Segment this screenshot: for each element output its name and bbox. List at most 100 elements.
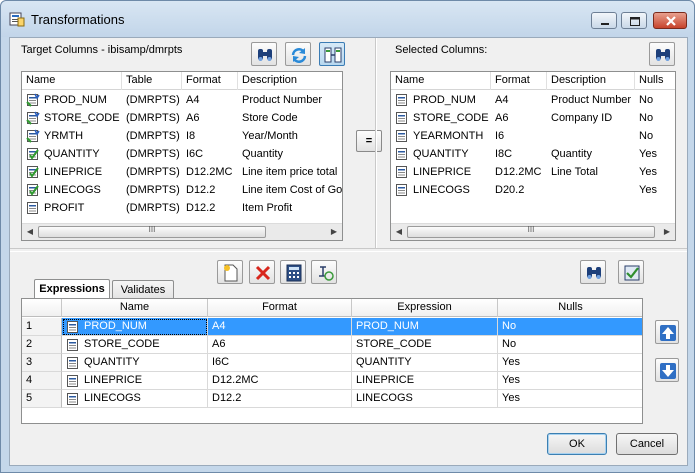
expr-row-number: 5 (22, 390, 62, 408)
expression-row[interactable]: 2 STORE_CODE A6 STORE_CODE No (22, 336, 642, 354)
move-up-button[interactable] (655, 320, 679, 344)
target-row[interactable]: STORE_CODE (DMRPTS) A6 Store Code (22, 109, 342, 127)
expr-cell-nulls-text: Yes (502, 392, 520, 404)
target-row[interactable]: PROD_NUM (DMRPTS) A4 Product Number (22, 91, 342, 109)
scroll-right-arrow-icon[interactable]: ▶ (661, 226, 673, 238)
selected-row[interactable]: LINECOGS D20.2 Yes (391, 181, 675, 199)
target-cell-format-text: D12.2 (186, 202, 216, 214)
selected-cell-name-text: LINEPRICE (413, 166, 472, 178)
selected-row[interactable]: STORE_CODE A6 Company ID No (391, 109, 675, 127)
target-cell-format-text: A4 (186, 94, 200, 106)
column-icon (67, 356, 78, 369)
selected-col-nulls[interactable]: Nulls (635, 72, 675, 90)
expr-cell-format-text: D12.2MC (212, 374, 259, 386)
target-row[interactable]: QUANTITY (DMRPTS) I6C Quantity (22, 145, 342, 163)
expr-cell-expression-text: LINEPRICE (356, 374, 415, 386)
vertical-splitter[interactable] (375, 38, 377, 248)
expression-row[interactable]: 3 QUANTITY I6C QUANTITY Yes (22, 354, 642, 372)
selected-row[interactable]: QUANTITY I8C Quantity Yes (391, 145, 675, 163)
selected-cell-format: D12.2MC (491, 163, 547, 181)
selected-cell-nulls: No (635, 91, 675, 109)
target-row[interactable]: YRMTH (DMRPTS) I8 Year/Month (22, 127, 342, 145)
target-row[interactable]: LINEPRICE (DMRPTS) D12.2MC Line item price … (22, 163, 342, 181)
measure-column-icon (27, 184, 39, 196)
expr-col-expression[interactable]: Expression (352, 299, 498, 317)
cancel-button[interactable]: Cancel (616, 433, 678, 455)
columns-map-icon (324, 47, 342, 63)
column-icon (396, 148, 407, 160)
expression-row[interactable]: 1 PROD_NUM A4 PROD_NUM No (22, 318, 642, 336)
title-bar[interactable]: Transformations (1, 1, 694, 37)
delete-expression-button[interactable] (249, 260, 275, 284)
refresh-button[interactable] (285, 42, 311, 66)
selected-row[interactable]: PROD_NUM A4 Product Number No (391, 91, 675, 109)
expr-col-format[interactable]: Format (208, 299, 352, 317)
selected-col-name[interactable]: Name (391, 72, 491, 90)
selected-cell-format-text: I8C (495, 148, 513, 160)
target-cell-format: I8 (182, 127, 238, 145)
expression-row[interactable]: 4 LINEPRICE D12.2MC LINEPRICE Yes (22, 372, 642, 390)
tab-validates[interactable]: Validates (112, 280, 174, 299)
selected-cell-name-text: STORE_CODE (413, 112, 489, 124)
target-col-description[interactable]: Description (238, 72, 342, 90)
selected-cell-format-text: A4 (495, 94, 509, 106)
target-horizontal-scrollbar[interactable]: ◀ III ▶ (22, 223, 342, 240)
selected-row[interactable]: LINEPRICE D12.2MC Line Total Yes (391, 163, 675, 181)
column-icon (396, 112, 407, 124)
selected-col-description[interactable]: Description (547, 72, 635, 90)
minimize-button[interactable] (591, 12, 617, 29)
validate-button[interactable] (618, 260, 644, 284)
target-row[interactable]: LINECOGS (DMRPTS) D12.2 Line item Cost of G… (22, 181, 342, 199)
show-columns-toggle[interactable] (319, 42, 345, 66)
target-row[interactable]: PROFIT (DMRPTS) D12.2 Item Profit (22, 199, 342, 217)
scroll-left-arrow-icon[interactable]: ◀ (24, 226, 36, 238)
target-cell-format-text: I6C (186, 148, 204, 160)
function-builder-button[interactable] (311, 260, 337, 284)
expr-cell-expression: QUANTITY (352, 354, 498, 372)
expr-cell-expression-text: QUANTITY (356, 356, 412, 368)
find-target-button[interactable] (251, 42, 277, 66)
selected-horizontal-scrollbar[interactable]: ◀ III ▶ (391, 223, 675, 240)
close-button[interactable] (653, 12, 687, 29)
target-cell-table-text: (DMRPTS) (126, 130, 180, 142)
target-cell-description: Item Profit (238, 199, 342, 217)
expr-cell-expression: PROD_NUM (352, 318, 498, 336)
scroll-left-arrow-icon[interactable]: ◀ (393, 226, 405, 238)
horizontal-splitter[interactable] (10, 248, 687, 252)
target-col-format[interactable]: Format (182, 72, 238, 90)
find-selected-button[interactable] (649, 42, 675, 66)
target-cell-name: PROFIT (22, 199, 122, 217)
tab-expressions[interactable]: Expressions (34, 279, 110, 299)
expr-col-name[interactable]: Name (62, 299, 208, 317)
calculator-button[interactable] (280, 260, 306, 284)
target-cell-description: Line item Cost of Goo (238, 181, 342, 199)
expression-row[interactable]: 5 LINECOGS D12.2 LINECOGS Yes (22, 390, 642, 408)
selected-cell-description: Line Total (547, 163, 635, 181)
map-column-button[interactable]: = (356, 130, 382, 152)
selected-col-format[interactable]: Format (491, 72, 547, 90)
ok-button[interactable]: OK (547, 433, 607, 455)
expr-cell-name-text: LINEPRICE (84, 374, 143, 386)
scroll-right-arrow-icon[interactable]: ▶ (328, 226, 340, 238)
target-col-name[interactable]: Name (22, 72, 122, 90)
expr-cell-nulls: No (498, 336, 642, 354)
maximize-button[interactable] (621, 12, 647, 29)
scroll-thumb[interactable]: III (407, 225, 655, 238)
find-expression-button[interactable] (580, 260, 606, 284)
target-cell-table: (DMRPTS) (122, 127, 182, 145)
expr-cell-nulls: Yes (498, 354, 642, 372)
expr-cell-name: PROD_NUM (62, 318, 208, 336)
target-col-table[interactable]: Table (122, 72, 182, 90)
selected-cell-name: STORE_CODE (391, 109, 491, 127)
scroll-thumb[interactable]: III (38, 225, 266, 238)
expr-col-nulls[interactable]: Nulls (498, 299, 642, 317)
selected-cell-nulls-text: No (639, 94, 654, 106)
selected-cell-nulls: No (635, 127, 675, 145)
target-cell-format-text: D12.2MC (186, 166, 233, 178)
selected-row[interactable]: YEARMONTH I6 No (391, 127, 675, 145)
expr-row-number-text: 5 (26, 392, 33, 404)
move-down-button[interactable] (655, 358, 679, 382)
expr-cell-name: STORE_CODE (62, 336, 208, 354)
new-expression-button[interactable] (217, 260, 243, 284)
expr-cell-format: I6C (208, 354, 352, 372)
